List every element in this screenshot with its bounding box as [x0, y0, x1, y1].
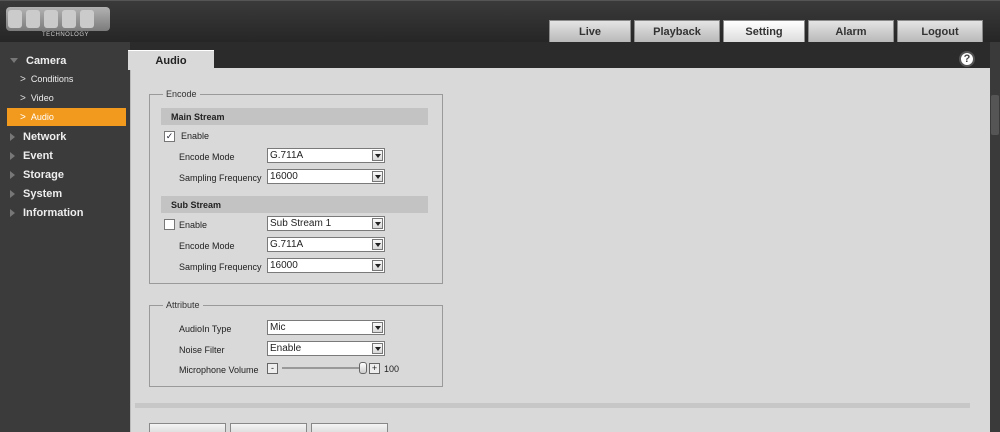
dropdown-arrow-icon [372, 343, 383, 354]
nav-setting-button[interactable]: Setting [723, 20, 805, 42]
sidebar-item-label: Event [23, 149, 53, 162]
sidebar-sub-conditions[interactable]: > Conditions [0, 70, 130, 88]
sidebar-sub-label: Video [30, 93, 54, 103]
refresh-button[interactable] [230, 423, 307, 432]
chevron-right-icon: > [20, 111, 26, 123]
save-button[interactable] [311, 423, 388, 432]
volume-slider-handle[interactable] [359, 362, 367, 374]
main-nav: Live Playback Setting Alarm Logout [549, 20, 986, 42]
nav-live-button[interactable]: Live [549, 20, 631, 42]
chevron-right-icon: > [20, 92, 26, 104]
sidebar-sub-audio[interactable]: > Audio [7, 108, 126, 126]
noise-filter-label: Noise Filter [179, 345, 225, 355]
dropdown-arrow-icon [372, 260, 383, 271]
caret-right-icon [10, 170, 15, 179]
sub-stream-select[interactable]: Sub Stream 1 [267, 216, 385, 231]
logo-mark [6, 7, 110, 31]
main-sampling-select[interactable]: 16000 [267, 169, 385, 184]
volume-slider-track[interactable] [282, 367, 364, 369]
dropdown-arrow-icon [372, 171, 383, 182]
caret-right-icon [10, 151, 15, 160]
sub-stream-enable-label: Enable [179, 220, 208, 230]
sidebar-item-event[interactable]: Event [0, 146, 130, 165]
noise-filter-select[interactable]: Enable [267, 341, 385, 356]
select-value: Enable [270, 343, 302, 354]
main-encode-mode-select[interactable]: G.711A [267, 148, 385, 163]
audioin-type-label: AudioIn Type [179, 324, 232, 334]
caret-right-icon [10, 132, 15, 141]
main-stream-enable-checkbox[interactable]: ✓ [164, 131, 175, 142]
sidebar-sub-video[interactable]: > Video [0, 89, 130, 107]
caret-right-icon [10, 208, 15, 217]
nav-logout-button[interactable]: Logout [897, 20, 983, 42]
sub-encode-mode-select[interactable]: G.711A [267, 237, 385, 252]
select-value: G.711A [270, 150, 304, 161]
sub-encode-mode-label: Encode Mode [179, 241, 235, 251]
sidebar-sub-label: Audio [30, 112, 54, 122]
main-encode-mode-label: Encode Mode [179, 152, 235, 162]
mic-volume-label: Microphone Volume [179, 365, 259, 375]
sub-sampling-label: Sampling Frequency [179, 262, 262, 272]
help-icon[interactable]: ? [959, 51, 975, 67]
main-stream-header: Main Stream [161, 108, 428, 125]
sub-stream-header: Sub Stream [161, 196, 428, 213]
encode-legend: Encode [163, 89, 200, 99]
sidebar-item-system[interactable]: System [0, 184, 130, 203]
dropdown-arrow-icon [372, 150, 383, 161]
select-value: 16000 [270, 171, 298, 182]
sidebar-item-label: Storage [23, 168, 64, 181]
sidebar-item-label: Network [23, 130, 67, 143]
select-value: G.711A [270, 239, 304, 250]
select-value: 16000 [270, 260, 298, 271]
sidebar-item-label: System [23, 187, 63, 200]
tab-audio[interactable]: Audio [128, 50, 214, 70]
caret-right-icon [10, 189, 15, 198]
section-divider [135, 403, 970, 408]
logo-subtitle: TECHNOLOGY [42, 32, 90, 38]
dropdown-arrow-icon [372, 239, 383, 250]
volume-value: 100 [384, 364, 400, 374]
content-title-bar [130, 42, 990, 68]
attribute-legend: Attribute [163, 300, 203, 310]
sidebar-item-camera[interactable]: Camera [0, 51, 130, 70]
sub-sampling-select[interactable]: 16000 [267, 258, 385, 273]
main-stream-enable-label: Enable [181, 131, 210, 141]
scrollbar-thumb[interactable] [991, 95, 999, 135]
nav-playback-button[interactable]: Playback [634, 20, 720, 42]
default-button[interactable] [149, 423, 226, 432]
app-window: TECHNOLOGY Live Playback Setting Alarm L… [0, 0, 1000, 432]
volume-increase-button[interactable]: + [369, 363, 380, 374]
select-value: Sub Stream 1 [270, 218, 332, 229]
caret-down-icon [10, 58, 18, 63]
sub-stream-enable-checkbox[interactable] [164, 219, 175, 230]
sidebar-item-label: Information [23, 206, 84, 219]
main-sampling-label: Sampling Frequency [179, 173, 262, 183]
sidebar-item-storage[interactable]: Storage [0, 165, 130, 184]
sidebar-item-information[interactable]: Information [0, 203, 130, 222]
select-value: Mic [270, 322, 286, 333]
audioin-type-select[interactable]: Mic [267, 320, 385, 335]
nav-alarm-button[interactable]: Alarm [808, 20, 894, 42]
dropdown-arrow-icon [372, 322, 383, 333]
dropdown-arrow-icon [372, 218, 383, 229]
top-header: TECHNOLOGY Live Playback Setting Alarm L… [0, 0, 1000, 42]
chevron-right-icon: > [20, 73, 26, 85]
brand-logo: TECHNOLOGY [6, 7, 110, 39]
sidebar-item-network[interactable]: Network [0, 127, 130, 146]
volume-decrease-button[interactable]: - [267, 363, 278, 374]
sidebar-sub-label: Conditions [30, 74, 74, 84]
sidebar-item-label: Camera [26, 54, 67, 67]
